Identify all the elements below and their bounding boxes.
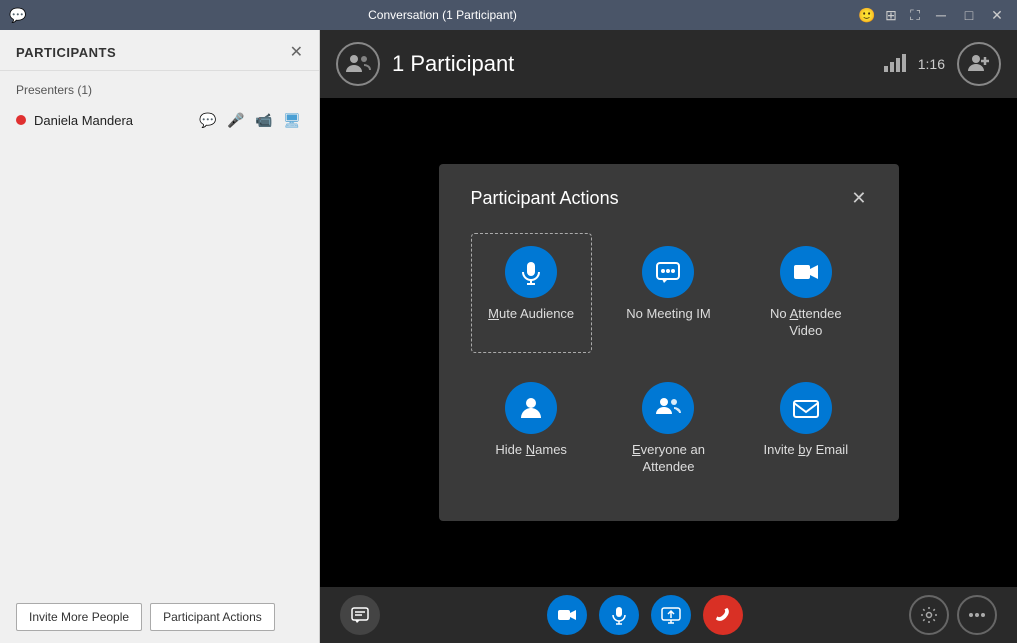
everyone-attendee-label: Everyone an Attendee (617, 442, 720, 476)
call-timer: 1:16 (918, 56, 945, 72)
participant-actions-modal: Participant Actions ✕ (439, 164, 899, 521)
participants-header: PARTICIPANTS ✕ (0, 30, 319, 71)
more-options-button[interactable] (957, 595, 997, 635)
meeting-toolbar (320, 587, 1017, 643)
maximize-button[interactable]: □ (957, 5, 981, 25)
add-participant-button[interactable] (957, 42, 1001, 86)
no-meeting-im-label: No Meeting IM (626, 306, 711, 323)
grid-icon[interactable]: ⊞ (881, 5, 901, 25)
participant-mic-icon[interactable]: 🎤 (225, 109, 247, 131)
participant-chat-icon[interactable]: 💬 (197, 109, 219, 131)
invite-by-email-icon (780, 382, 832, 434)
participants-panel-title: PARTICIPANTS (16, 45, 116, 60)
hide-names-icon (505, 382, 557, 434)
invite-more-people-button[interactable]: Invite More People (16, 603, 142, 631)
participant-count-label: 1 Participant (392, 51, 514, 77)
hide-names-action[interactable]: Hide Names (471, 369, 592, 489)
window-title: Conversation (1 Participant) (28, 8, 857, 22)
close-panel-button[interactable]: ✕ (290, 42, 303, 62)
minimize-button[interactable]: ─ (929, 5, 953, 25)
emoji-icon[interactable]: 🙂 (857, 5, 877, 25)
everyone-attendee-icon (642, 382, 694, 434)
participant-actions-button[interactable]: Participant Actions (150, 603, 275, 631)
participant-name: Daniela Mandera (34, 113, 189, 128)
modal-close-button[interactable]: ✕ (851, 188, 866, 209)
participant-screen-icon[interactable]: 🖥 (281, 109, 303, 131)
presenters-section: Presenters (1) Daniela Mandera 💬 🎤 📹 🖥 (0, 71, 319, 147)
mute-audience-action[interactable]: Mute Audience (471, 233, 592, 353)
no-attendee-video-action[interactable]: No Attendee Video (745, 233, 866, 353)
invite-by-email-label: Invite by Email (764, 442, 849, 459)
modal-title: Participant Actions (471, 188, 619, 209)
participants-panel: PARTICIPANTS ✕ Presenters (1) Daniela Ma… (0, 30, 320, 643)
toolbar-right (909, 595, 997, 635)
left-panel-bottom: Invite More People Participant Actions (0, 591, 319, 643)
mute-audience-label: Mute Audience (488, 306, 574, 323)
toolbar-center (547, 595, 743, 635)
no-meeting-im-icon (642, 246, 694, 298)
chat-app-icon: 💬 (8, 5, 28, 25)
participant-action-icons: 💬 🎤 📹 🖥 (197, 109, 303, 131)
meeting-header-left: 1 Participant (336, 42, 514, 86)
microphone-button[interactable] (599, 595, 639, 635)
toolbar-left (340, 595, 380, 635)
participant-item: Daniela Mandera 💬 🎤 📹 🖥 (16, 105, 303, 135)
main-layout: PARTICIPANTS ✕ Presenters (1) Daniela Ma… (0, 30, 1017, 643)
everyone-attendee-action[interactable]: Everyone an Attendee (608, 369, 729, 489)
title-bar: 💬 Conversation (1 Participant) 🙂 ⊞ ⛶ ─ □… (0, 0, 1017, 30)
end-call-button[interactable] (703, 595, 743, 635)
hide-names-label: Hide Names (495, 442, 567, 459)
presenters-label: Presenters (1) (16, 83, 303, 97)
meeting-area: 1 Participant 1:16 (320, 30, 1017, 643)
title-bar-left: 💬 (8, 5, 28, 25)
settings-button[interactable] (909, 595, 949, 635)
participant-status-dot (16, 115, 26, 125)
screen-share-button[interactable] (651, 595, 691, 635)
participant-video-icon[interactable]: 📹 (253, 109, 275, 131)
expand-icon[interactable]: ⛶ (905, 5, 925, 25)
no-attendee-video-label: No Attendee Video (754, 306, 857, 340)
signal-strength-icon (882, 52, 906, 77)
mute-audience-icon (505, 246, 557, 298)
meeting-video-area: Participant Actions ✕ (320, 98, 1017, 587)
modal-overlay: Participant Actions ✕ (320, 98, 1017, 587)
actions-grid: Mute Audience (471, 233, 867, 489)
title-bar-controls: 🙂 ⊞ ⛶ ─ □ ✕ (857, 5, 1009, 25)
participants-circle-icon (336, 42, 380, 86)
no-attendee-video-icon (780, 246, 832, 298)
no-meeting-im-action[interactable]: No Meeting IM (608, 233, 729, 353)
close-button[interactable]: ✕ (985, 5, 1009, 25)
invite-by-email-action[interactable]: Invite by Email (745, 369, 866, 489)
meeting-header: 1 Participant 1:16 (320, 30, 1017, 98)
video-button[interactable] (547, 595, 587, 635)
chat-toggle-button[interactable] (340, 595, 380, 635)
modal-header: Participant Actions ✕ (471, 188, 867, 209)
meeting-header-right: 1:16 (882, 42, 1001, 86)
